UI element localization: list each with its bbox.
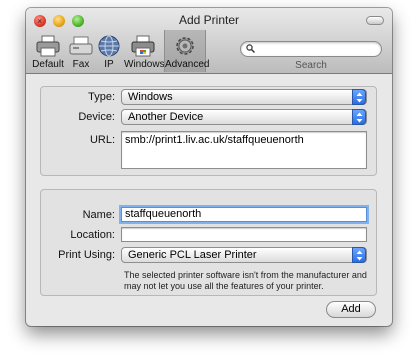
location-label: Location: xyxy=(70,229,115,241)
gear-icon xyxy=(176,37,194,55)
search-input[interactable] xyxy=(240,41,382,57)
toolbar-default-button[interactable]: Default xyxy=(30,30,66,72)
chevron-updown-icon xyxy=(352,109,366,125)
device-select-value: Another Device xyxy=(128,111,204,123)
toolbar-toggle-button[interactable] xyxy=(366,16,384,25)
window-title: Add Printer xyxy=(178,13,240,27)
fax-icon xyxy=(69,36,93,55)
type-label: Type: xyxy=(88,91,115,103)
add-printer-window: × Add Printer Default Fax IP Windows Adv… xyxy=(26,8,392,326)
printer-icon xyxy=(36,35,60,57)
type-select[interactable]: Windows xyxy=(121,89,367,105)
device-label: Device: xyxy=(78,111,115,123)
type-select-value: Windows xyxy=(128,91,173,103)
print-using-label: Print Using: xyxy=(58,249,115,261)
url-label: URL: xyxy=(89,134,115,146)
toolbar-windows-button[interactable]: Windows xyxy=(124,30,165,72)
name-label: Name: xyxy=(82,209,115,221)
chevron-updown-icon xyxy=(352,89,366,105)
connection-group: Type: Windows Device: Another Device URL… xyxy=(40,86,377,176)
print-using-select[interactable]: Generic PCL Laser Printer xyxy=(121,247,367,263)
search-caption: Search xyxy=(295,60,327,71)
toolbar: × Add Printer Default Fax IP Windows Adv… xyxy=(26,8,392,74)
print-using-select-value: Generic PCL Laser Printer xyxy=(128,249,257,261)
toolbar-ip-button[interactable]: IP xyxy=(96,30,122,72)
name-field[interactable]: staffqueuenorth xyxy=(121,207,367,222)
device-select[interactable]: Another Device xyxy=(121,109,367,125)
url-field[interactable]: smb://print1.liv.ac.uk/staffqueuenorth xyxy=(121,131,367,169)
globe-icon xyxy=(98,35,120,57)
printer-details-group: Name: staffqueuenorth Location: Print Us… xyxy=(40,189,377,296)
chevron-updown-icon xyxy=(352,247,366,263)
driver-warning-text: The selected printer software isn't from… xyxy=(124,270,367,291)
toolbar-fax-button[interactable]: Fax xyxy=(68,30,94,72)
search-icon xyxy=(246,44,255,53)
location-field[interactable] xyxy=(121,227,367,242)
toolbar-advanced-button[interactable]: Advanced xyxy=(164,30,209,72)
add-button[interactable]: Add xyxy=(326,301,376,318)
windows-printer-icon xyxy=(131,35,155,57)
